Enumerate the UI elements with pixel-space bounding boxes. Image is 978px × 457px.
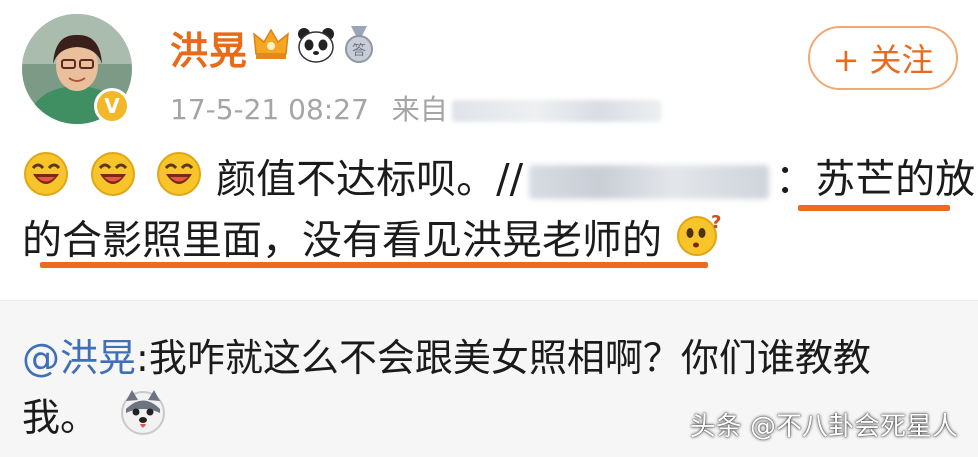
verified-badge-icon: V (94, 88, 130, 124)
repost-body: :我咋就这么不会跟美女照相啊？你们谁教教 (136, 336, 871, 380)
post-timestamp[interactable]: 17-5-21 08:27 (170, 93, 369, 126)
blurred-source (451, 100, 662, 122)
post-text-line-2: 的合影照里面，没有看见洪晃老师的 ? (22, 212, 721, 268)
follow-button[interactable]: + 关注 (808, 26, 958, 90)
medal-badge-text: 答 (352, 42, 366, 59)
mention-link[interactable]: @洪晃 (22, 336, 136, 380)
laughing-emoji-icon (22, 150, 70, 213)
crown-badge-icon[interactable] (252, 26, 290, 66)
highlight-underline-1 (798, 205, 950, 211)
laughing-emoji-icon (155, 150, 203, 213)
weibo-post: V 洪晃 答 17-5-21 08:27 来自 + 关注 颜值不达标呗。// ：… (0, 0, 978, 300)
repost-body-line-2: 我。 (22, 395, 99, 440)
plus-icon: + (832, 41, 860, 79)
username[interactable]: 洪晃 (170, 20, 248, 75)
blurred-username (529, 164, 770, 199)
laughing-emoji-icon (89, 150, 137, 213)
post-text-highlight-2: 的合影照里面，没有看见洪晃老师的 (22, 217, 662, 264)
post-meta: 17-5-21 08:27 来自 (170, 88, 662, 128)
retweeted-comment[interactable]: @洪晃:我咋就这么不会跟美女照相啊？你们谁教教 我。 头条 @不八卦会死星人 (0, 301, 978, 457)
post-text-colon: ： (775, 156, 816, 203)
husky-emoji-icon (118, 387, 168, 453)
medal-badge-icon[interactable]: 答 (342, 26, 376, 68)
panda-badge-icon[interactable] (296, 26, 336, 68)
post-source-prefix: 来自 (391, 93, 448, 126)
post-text-main: 颜值不达标呗。// (216, 156, 524, 203)
svg-text:?: ? (711, 212, 721, 233)
follow-label: 关注 (869, 41, 934, 79)
watermark: 头条 @不八卦会死星人 (689, 412, 958, 442)
post-text-highlight-1: 苏芒的放 (815, 156, 976, 203)
post-text-line-1: 颜值不达标呗。// ：苏芒的放 (22, 150, 975, 206)
highlight-underline-2 (40, 262, 708, 268)
